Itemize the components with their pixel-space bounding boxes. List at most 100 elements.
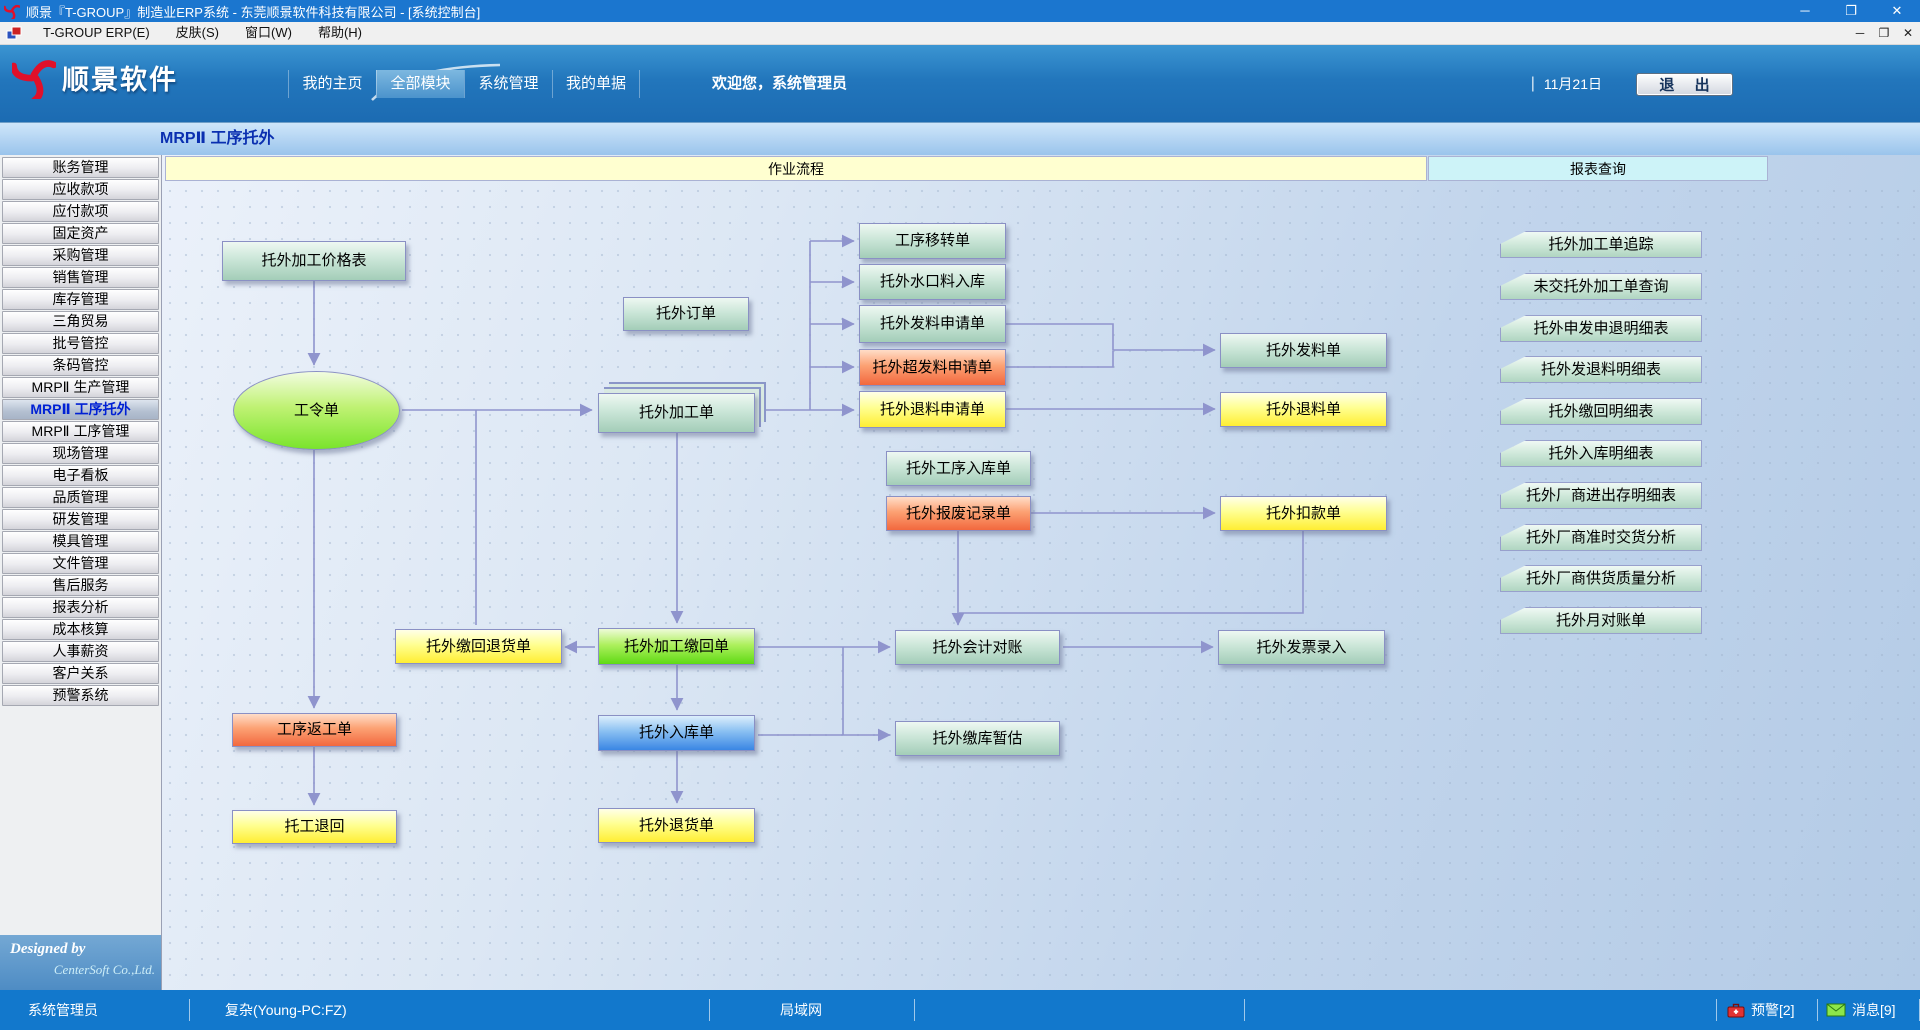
statusbar-spacer-2 — [1245, 999, 1717, 1021]
report-button[interactable]: 未交托外加工单查询 — [1500, 273, 1702, 300]
menu-tgroup-erp[interactable]: T-GROUP ERP(E) — [30, 22, 163, 44]
node-deduction-order[interactable]: 托外扣款单 — [1220, 496, 1387, 531]
node-process-transfer-order[interactable]: 工序移转单 — [859, 223, 1006, 259]
sidebar-item[interactable]: MRPⅡ 工序管理 — [2, 421, 159, 442]
welcome-message: 欢迎您，系统管理员 — [712, 70, 847, 98]
node-work-return[interactable]: 托工退回 — [232, 810, 397, 844]
message-envelope-icon — [1826, 1003, 1846, 1017]
sidebar-item[interactable]: 三角贸易 — [2, 311, 159, 332]
node-outsourcing-process-order[interactable]: 托外加工单 — [598, 393, 755, 433]
sidebar-item[interactable]: 批号管控 — [2, 333, 159, 354]
window-titlebar: 顺景『T-GROUP』制造业ERP系统 - 东莞顺景软件科技有限公司 - [系统… — [0, 0, 1920, 22]
statusbar: 系统管理员 复杂(Young-PC:FZ) 局域网 预警[2] 消息[9] — [0, 990, 1920, 1030]
node-work-order[interactable]: 工令单 — [233, 371, 400, 450]
report-button[interactable]: 托外发退料明细表 — [1500, 356, 1702, 383]
report-button[interactable]: 托外申发申退明细表 — [1500, 315, 1702, 342]
statusbar-user: 系统管理员 — [0, 999, 190, 1021]
header-right: | 11月21日 退 出 — [1531, 70, 1920, 98]
header-tabs: 我的主页全部模块系统管理我的单据 — [288, 70, 640, 98]
node-process-rework-order[interactable]: 工序返工单 — [232, 713, 397, 747]
statusbar-messages[interactable]: 消息[9] — [1818, 999, 1920, 1021]
menu-window[interactable]: 窗口(W) — [232, 22, 305, 44]
tab-all-modules[interactable]: 全部模块 — [376, 70, 464, 98]
sidebar-item[interactable]: 成本核算 — [2, 619, 159, 640]
sidebar: 账务管理应收款项应付款项固定资产采购管理销售管理库存管理三角贸易批号管控条码管控… — [0, 155, 162, 990]
report-button[interactable]: 托外入库明细表 — [1500, 440, 1702, 467]
node-sprue-material-inbound[interactable]: 托外水口料入库 — [859, 264, 1006, 300]
brand-logo: 顺景软件 — [12, 55, 178, 99]
sidebar-item[interactable]: 模具管理 — [2, 531, 159, 552]
node-scrap-record[interactable]: 托外报废记录单 — [886, 496, 1031, 531]
exit-button[interactable]: 退 出 — [1636, 73, 1733, 96]
menu-skin[interactable]: 皮肤(S) — [163, 22, 232, 44]
report-button[interactable]: 托外厂商进出存明细表 — [1500, 482, 1702, 509]
sidebar-item[interactable]: 应付款项 — [2, 201, 159, 222]
sidebar-item[interactable]: 研发管理 — [2, 509, 159, 530]
sidebar-item[interactable]: 库存管理 — [2, 289, 159, 310]
node-price-list[interactable]: 托外加工价格表 — [222, 241, 406, 281]
node-inbound-estimate[interactable]: 托外缴库暂估 — [895, 721, 1060, 756]
node-process-inbound-order[interactable]: 托外工序入库单 — [886, 451, 1031, 486]
workflow-banner: 作业流程 — [165, 156, 1427, 181]
sidebar-item[interactable]: 人事薪资 — [2, 641, 159, 662]
reports-banner: 报表查询 — [1428, 156, 1768, 181]
current-date: 11月21日 — [1544, 74, 1602, 94]
node-material-issue-request[interactable]: 托外发料申请单 — [859, 305, 1006, 343]
node-submit-return-order[interactable]: 托外缴回退货单 — [395, 629, 562, 664]
tab-system-mgmt[interactable]: 系统管理 — [464, 70, 552, 98]
sidebar-item[interactable]: 账务管理 — [2, 157, 159, 178]
node-inbound-order[interactable]: 托外入库单 — [598, 715, 755, 751]
tab-my-documents[interactable]: 我的单据 — [552, 70, 640, 98]
node-process-submit-order[interactable]: 托外加工缴回单 — [598, 628, 755, 665]
sidebar-item[interactable]: MRPⅡ 工序托外 — [2, 399, 159, 420]
node-material-issue-order[interactable]: 托外发料单 — [1220, 333, 1387, 368]
sidebar-item[interactable]: 预警系统 — [2, 685, 159, 706]
window-title: 顺景『T-GROUP』制造业ERP系统 - 东莞顺景软件科技有限公司 - [系统… — [26, 2, 480, 21]
app-header: 顺景软件 我的主页全部模块系统管理我的单据 欢迎您，系统管理员 | 11月21日… — [0, 45, 1920, 122]
minimize-button[interactable]: ─ — [1782, 0, 1828, 22]
sidebar-item[interactable]: 报表分析 — [2, 597, 159, 618]
menu-help[interactable]: 帮助(H) — [305, 22, 375, 44]
sidebar-item[interactable]: MRPⅡ 生产管理 — [2, 377, 159, 398]
brand-name: 顺景软件 — [62, 58, 178, 97]
report-button[interactable]: 托外缴回明细表 — [1500, 398, 1702, 425]
sidebar-item[interactable]: 采购管理 — [2, 245, 159, 266]
tab-home[interactable]: 我的主页 — [288, 70, 376, 98]
statusbar-alerts[interactable]: 预警[2] — [1717, 999, 1818, 1021]
node-outsourcing-order[interactable]: 托外订单 — [623, 297, 749, 331]
node-invoice-entry[interactable]: 托外发票录入 — [1218, 630, 1385, 665]
page-title: MRPⅡ 工序托外 — [0, 122, 1920, 155]
node-material-return-request[interactable]: 托外退料申请单 — [859, 391, 1006, 428]
node-excess-issue-request[interactable]: 托外超发料申请单 — [859, 349, 1006, 386]
close-button[interactable]: ✕ — [1874, 0, 1920, 22]
node-material-return-order[interactable]: 托外退料单 — [1220, 392, 1387, 427]
sidebar-item[interactable]: 客户关系 — [2, 663, 159, 684]
sidebar-item[interactable]: 文件管理 — [2, 553, 159, 574]
sidebar-item[interactable]: 销售管理 — [2, 267, 159, 288]
cascade-windows-icon — [6, 25, 22, 41]
mdi-restore-button[interactable]: ❐ — [1872, 26, 1896, 40]
vendor-name: CenterSoft Co.,Ltd. — [0, 958, 161, 978]
node-accounting-reconciliation[interactable]: 托外会计对账 — [895, 630, 1060, 665]
sidebar-footer: Designed by CenterSoft Co.,Ltd. — [0, 935, 161, 990]
sidebar-item[interactable]: 现场管理 — [2, 443, 159, 464]
mdi-close-button[interactable]: ✕ — [1896, 26, 1920, 40]
maximize-button[interactable]: ❐ — [1828, 0, 1874, 22]
report-button[interactable]: 托外厂商供货质量分析 — [1500, 565, 1702, 592]
node-return-goods-order[interactable]: 托外退货单 — [598, 808, 755, 843]
report-button[interactable]: 托外月对账单 — [1500, 607, 1702, 634]
sidebar-item[interactable]: 售后服务 — [2, 575, 159, 596]
sidebar-item[interactable]: 电子看板 — [2, 465, 159, 486]
menubar-items: T-GROUP ERP(E)皮肤(S)窗口(W)帮助(H) — [30, 22, 375, 44]
report-button[interactable]: 托外加工单追踪 — [1500, 231, 1702, 258]
sidebar-item[interactable]: 品质管理 — [2, 487, 159, 508]
sidebar-item[interactable]: 固定资产 — [2, 223, 159, 244]
report-button[interactable]: 托外厂商准时交货分析 — [1500, 524, 1702, 551]
statusbar-machine: 复杂(Young-PC:FZ) — [190, 999, 710, 1021]
mdi-minimize-button[interactable]: ─ — [1848, 26, 1872, 40]
sidebar-item[interactable]: 条码管控 — [2, 355, 159, 376]
statusbar-network: 局域网 — [710, 999, 915, 1021]
menubar: T-GROUP ERP(E)皮肤(S)窗口(W)帮助(H) ─ ❐ ✕ — [0, 22, 1920, 45]
main-content: 账务管理应收款项应付款项固定资产采购管理销售管理库存管理三角贸易批号管控条码管控… — [0, 155, 1920, 990]
sidebar-item[interactable]: 应收款项 — [2, 179, 159, 200]
